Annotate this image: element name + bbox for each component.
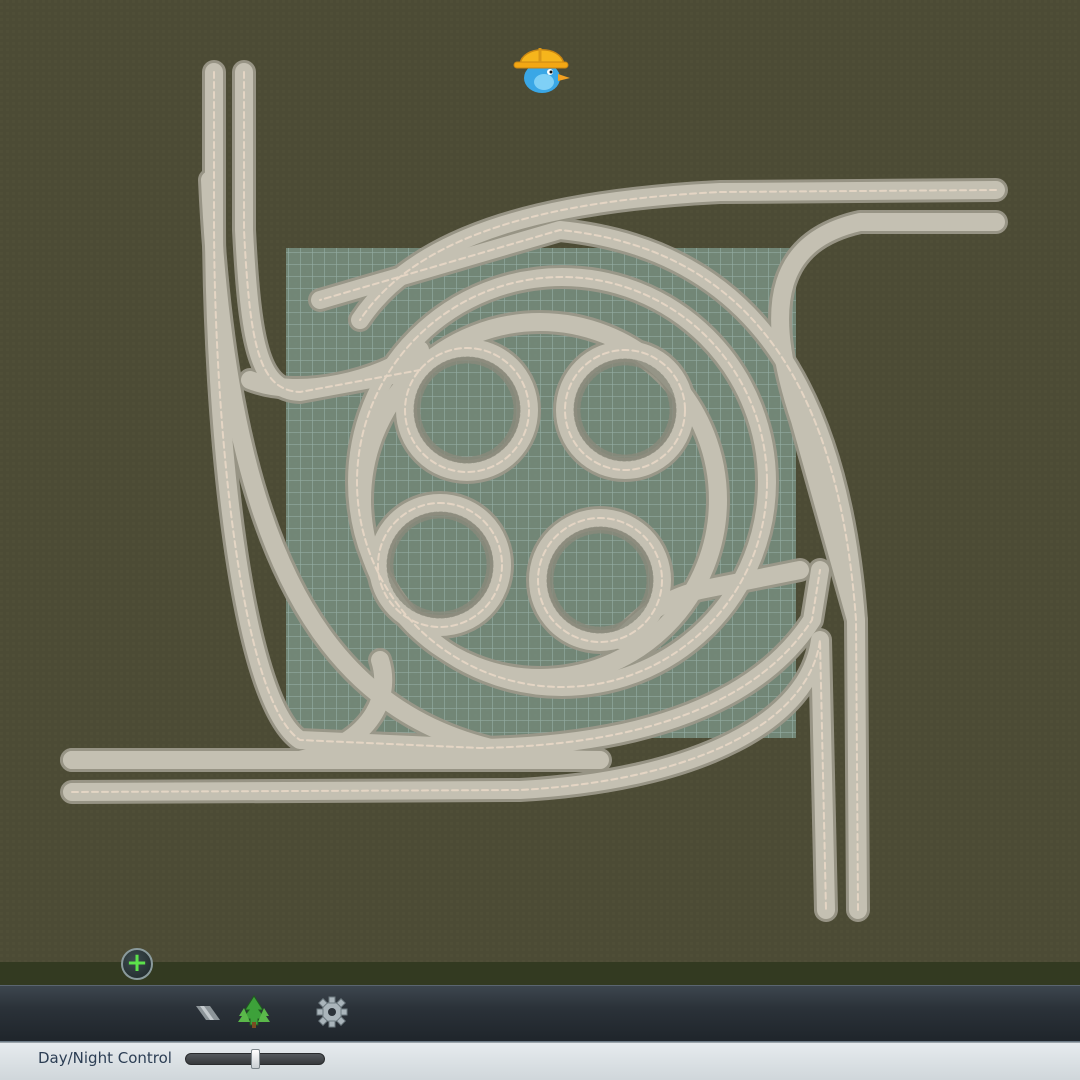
day-night-slider-thumb[interactable] — [251, 1049, 260, 1069]
main-toolbar — [0, 985, 1080, 1043]
add-button[interactable]: + — [121, 948, 153, 980]
day-night-control-panel: Day/Night Control — [0, 1042, 1080, 1080]
map-edge-strip — [0, 962, 1080, 985]
day-night-label: Day/Night Control — [38, 1049, 172, 1067]
game-viewport[interactable]: + Day/Night Control — [0, 0, 1080, 1080]
tree-icon[interactable] — [236, 994, 272, 1030]
chirper-bird-with-hardhat-icon[interactable] — [510, 34, 572, 98]
day-night-slider[interactable] — [185, 1049, 325, 1069]
road-tool-icon[interactable] — [190, 994, 226, 1030]
gear-icon[interactable] — [314, 994, 350, 1030]
map-view[interactable] — [0, 0, 1080, 985]
